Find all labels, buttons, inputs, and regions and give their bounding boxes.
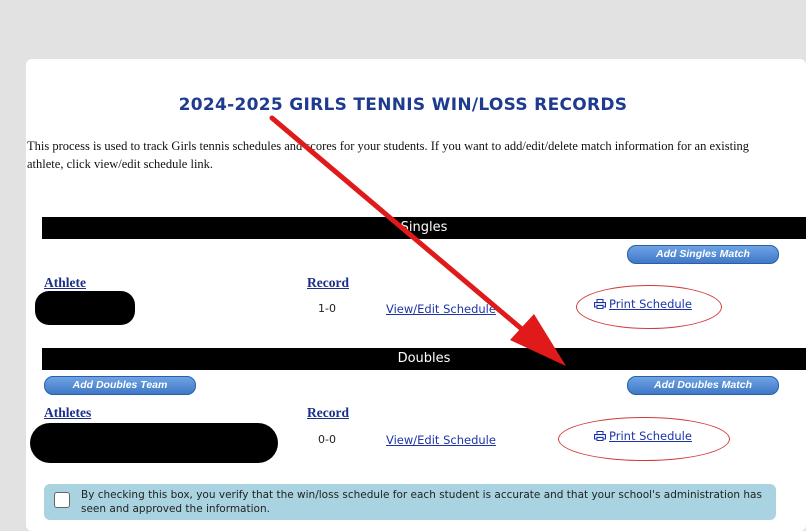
doubles-header: Doubles [42,348,806,370]
athlete-column-header: Athlete [44,275,86,290]
intro-text: This process is used to track Girls tenn… [27,139,750,171]
add-doubles-team-button[interactable]: Add Doubles Team [44,376,196,395]
verification-checkbox[interactable] [54,492,70,508]
doubles-view-edit-schedule-link[interactable]: View/Edit Schedule [386,433,496,447]
page-title: 2024-2025 GIRLS TENNIS WIN/LOSS RECORDS [178,95,628,115]
athletes-column-header: Athletes [44,405,92,420]
doubles-record-column-header: Record [307,405,349,420]
add-doubles-match-button[interactable]: Add Doubles Match [627,376,779,395]
redacted-athletes-names [30,423,278,463]
singles-view-edit-schedule-link[interactable]: View/Edit Schedule [386,302,496,316]
doubles-record-value: 0-0 [318,433,336,446]
annotation-circle-doubles [558,417,730,461]
record-column-header: Record [307,275,349,290]
add-singles-match-button[interactable]: Add Singles Match [627,245,779,264]
redacted-athlete-name [35,291,135,325]
singles-header: Singles [42,217,806,239]
annotation-circle-singles [576,285,722,329]
verification-panel: By checking this box, you verify that th… [44,484,776,520]
verification-text: By checking this box, you verify that th… [81,489,762,515]
singles-record-value: 1-0 [318,302,336,315]
